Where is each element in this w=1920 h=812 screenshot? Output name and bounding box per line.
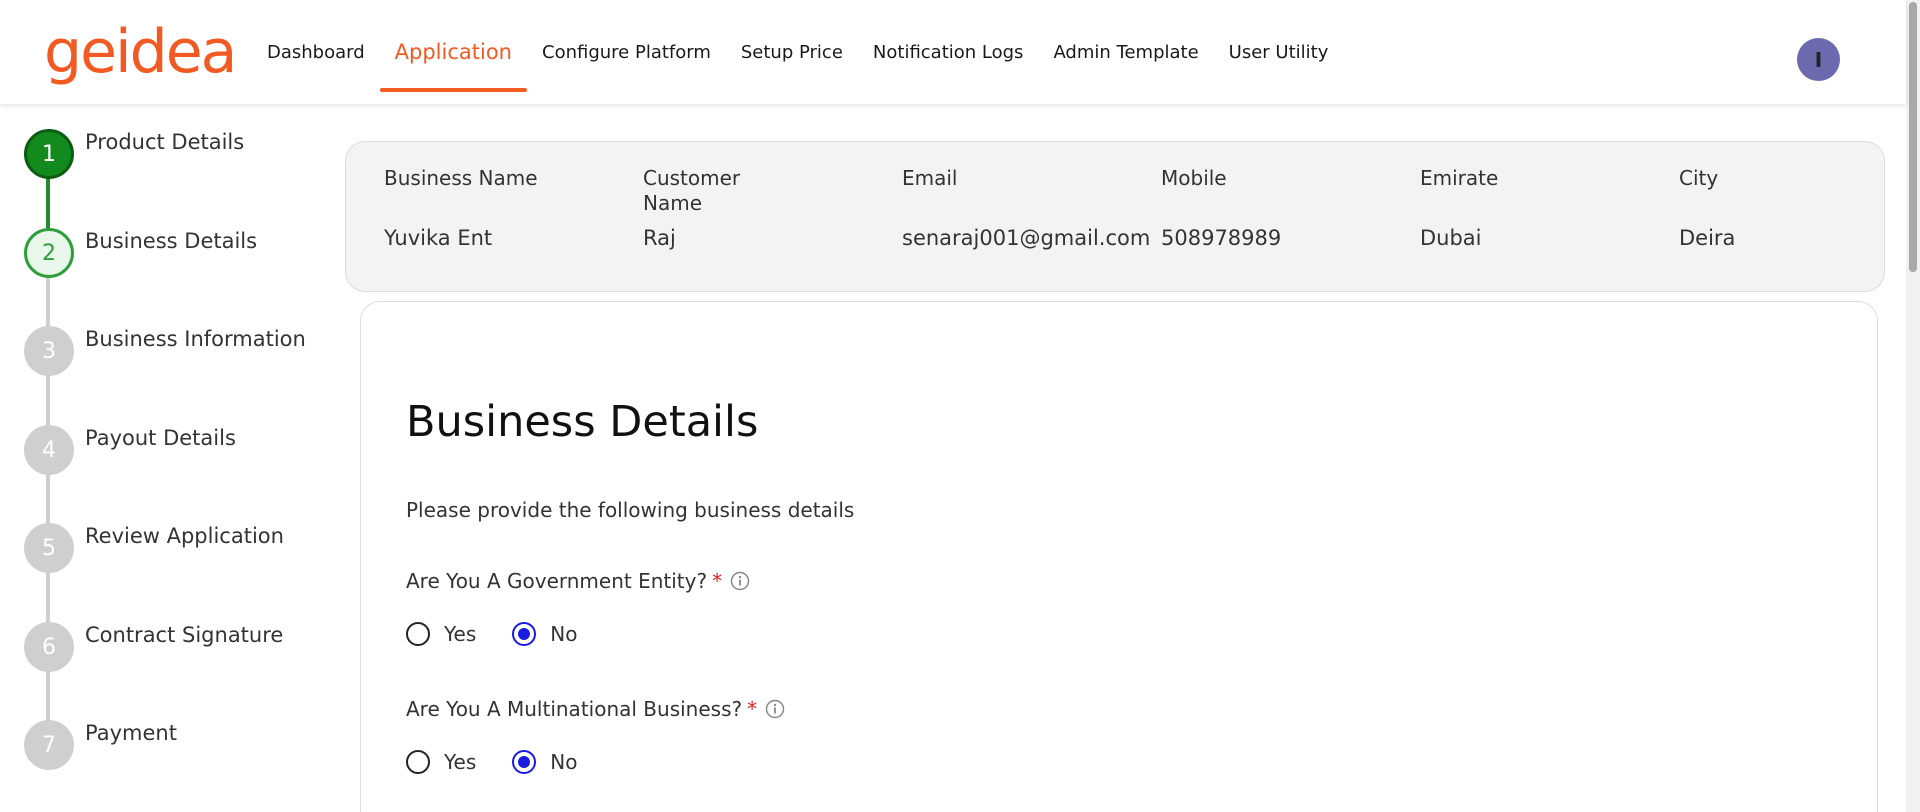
- nav-admin-template[interactable]: Admin Template: [1038, 0, 1213, 104]
- nav-application[interactable]: Application: [379, 0, 528, 104]
- step-number: 4: [24, 425, 74, 475]
- nav-setup-price[interactable]: Setup Price: [726, 0, 858, 104]
- nav-configure-platform[interactable]: Configure Platform: [527, 0, 726, 104]
- summary-header: Emirate: [1420, 166, 1499, 190]
- info-icon[interactable]: [765, 699, 785, 719]
- summary-mobile: Mobile 508978989: [1161, 166, 1411, 250]
- step-contract-signature[interactable]: 6 Contract Signature: [24, 622, 324, 672]
- summary-email: Email senaraj001@gmail.com: [902, 166, 1152, 250]
- question-multinational-business: Are You A Multinational Business? *: [406, 697, 785, 721]
- step-number: 3: [24, 326, 74, 376]
- step-payment[interactable]: 7 Payment: [24, 720, 324, 770]
- radio-button[interactable]: [512, 622, 537, 646]
- scrollbar-thumb[interactable]: [1909, 2, 1917, 272]
- multinational-business-no[interactable]: No: [512, 750, 578, 774]
- geidea-logo[interactable]: geidea: [44, 22, 237, 82]
- summary-value: Deira: [1679, 226, 1736, 250]
- info-icon[interactable]: [730, 571, 750, 591]
- step-number: 5: [24, 523, 74, 573]
- step-label: Business Details: [85, 229, 258, 253]
- summary-value: Raj: [643, 226, 676, 250]
- question-government-entity: Are You A Government Entity? *: [406, 569, 750, 593]
- step-label: Product Details: [85, 130, 245, 154]
- question-label: Are You A Multinational Business?: [406, 697, 743, 721]
- summary-business-name: Business Name Yuvika Ent: [384, 166, 634, 250]
- government-entity-radio-group: Yes No: [406, 622, 614, 646]
- summary-value: Dubai: [1420, 226, 1482, 250]
- summary-header: City: [1679, 166, 1719, 190]
- multinational-business-radio-group: Yes No: [406, 750, 614, 774]
- summary-header: Email: [902, 166, 958, 190]
- form-subtitle: Please provide the following business de…: [406, 498, 855, 522]
- main-nav: Dashboard Application Configure Platform…: [252, 0, 1343, 104]
- applicant-summary-card: Business Name Yuvika Ent Customer Name R…: [345, 141, 1885, 292]
- summary-city: City Deira: [1679, 166, 1920, 250]
- step-label: Business Information: [85, 327, 306, 351]
- nav-dashboard[interactable]: Dashboard: [252, 0, 380, 104]
- multinational-business-yes[interactable]: Yes: [406, 750, 476, 774]
- business-details-form: Business Details Please provide the foll…: [360, 301, 1878, 812]
- summary-emirate: Emirate Dubai: [1420, 166, 1670, 250]
- step-number: 7: [24, 720, 74, 770]
- nav-user-utility[interactable]: User Utility: [1214, 0, 1344, 104]
- radio-button[interactable]: [406, 622, 430, 646]
- step-product-details[interactable]: 1 Product Details: [24, 129, 324, 179]
- step-label: Payout Details: [85, 426, 236, 450]
- required-asterisk: *: [712, 569, 723, 593]
- radio-button[interactable]: [512, 750, 537, 774]
- form-title: Business Details: [406, 397, 759, 447]
- summary-customer-name: Customer Name Raj: [643, 166, 783, 250]
- summary-header: Business Name: [384, 166, 538, 190]
- step-label: Review Application: [85, 524, 284, 548]
- required-asterisk: *: [747, 697, 758, 721]
- step-business-details[interactable]: 2 Business Details: [24, 228, 324, 278]
- application-stepper: 1 Product Details 2 Business Details 3 B…: [0, 104, 330, 812]
- step-number: 6: [24, 622, 74, 672]
- summary-value: senaraj001@gmail.com: [902, 226, 1151, 250]
- radio-button[interactable]: [406, 750, 430, 774]
- step-review-application[interactable]: 5 Review Application: [24, 523, 324, 573]
- radio-label: No: [550, 622, 578, 646]
- step-number: 2: [24, 228, 74, 278]
- user-avatar[interactable]: I: [1797, 38, 1840, 81]
- summary-value: 508978989: [1161, 226, 1282, 250]
- step-business-information[interactable]: 3 Business Information: [24, 326, 324, 376]
- step-number: 1: [24, 129, 74, 179]
- summary-header: Mobile: [1161, 166, 1227, 190]
- question-label: Are You A Government Entity?: [406, 569, 708, 593]
- page-scrollbar[interactable]: [1906, 0, 1920, 812]
- top-header: geidea Dashboard Application Configure P…: [0, 0, 1906, 104]
- step-label: Contract Signature: [85, 623, 284, 647]
- radio-label: Yes: [444, 750, 477, 774]
- step-label: Payment: [85, 721, 177, 745]
- step-payout-details[interactable]: 4 Payout Details: [24, 425, 324, 475]
- radio-label: No: [550, 750, 578, 774]
- summary-header: Customer Name: [643, 166, 741, 215]
- government-entity-yes[interactable]: Yes: [406, 622, 476, 646]
- summary-value: Yuvika Ent: [384, 226, 493, 250]
- radio-label: Yes: [444, 622, 477, 646]
- step-connector: [46, 232, 50, 757]
- nav-notification-logs[interactable]: Notification Logs: [858, 0, 1039, 104]
- government-entity-no[interactable]: No: [512, 622, 578, 646]
